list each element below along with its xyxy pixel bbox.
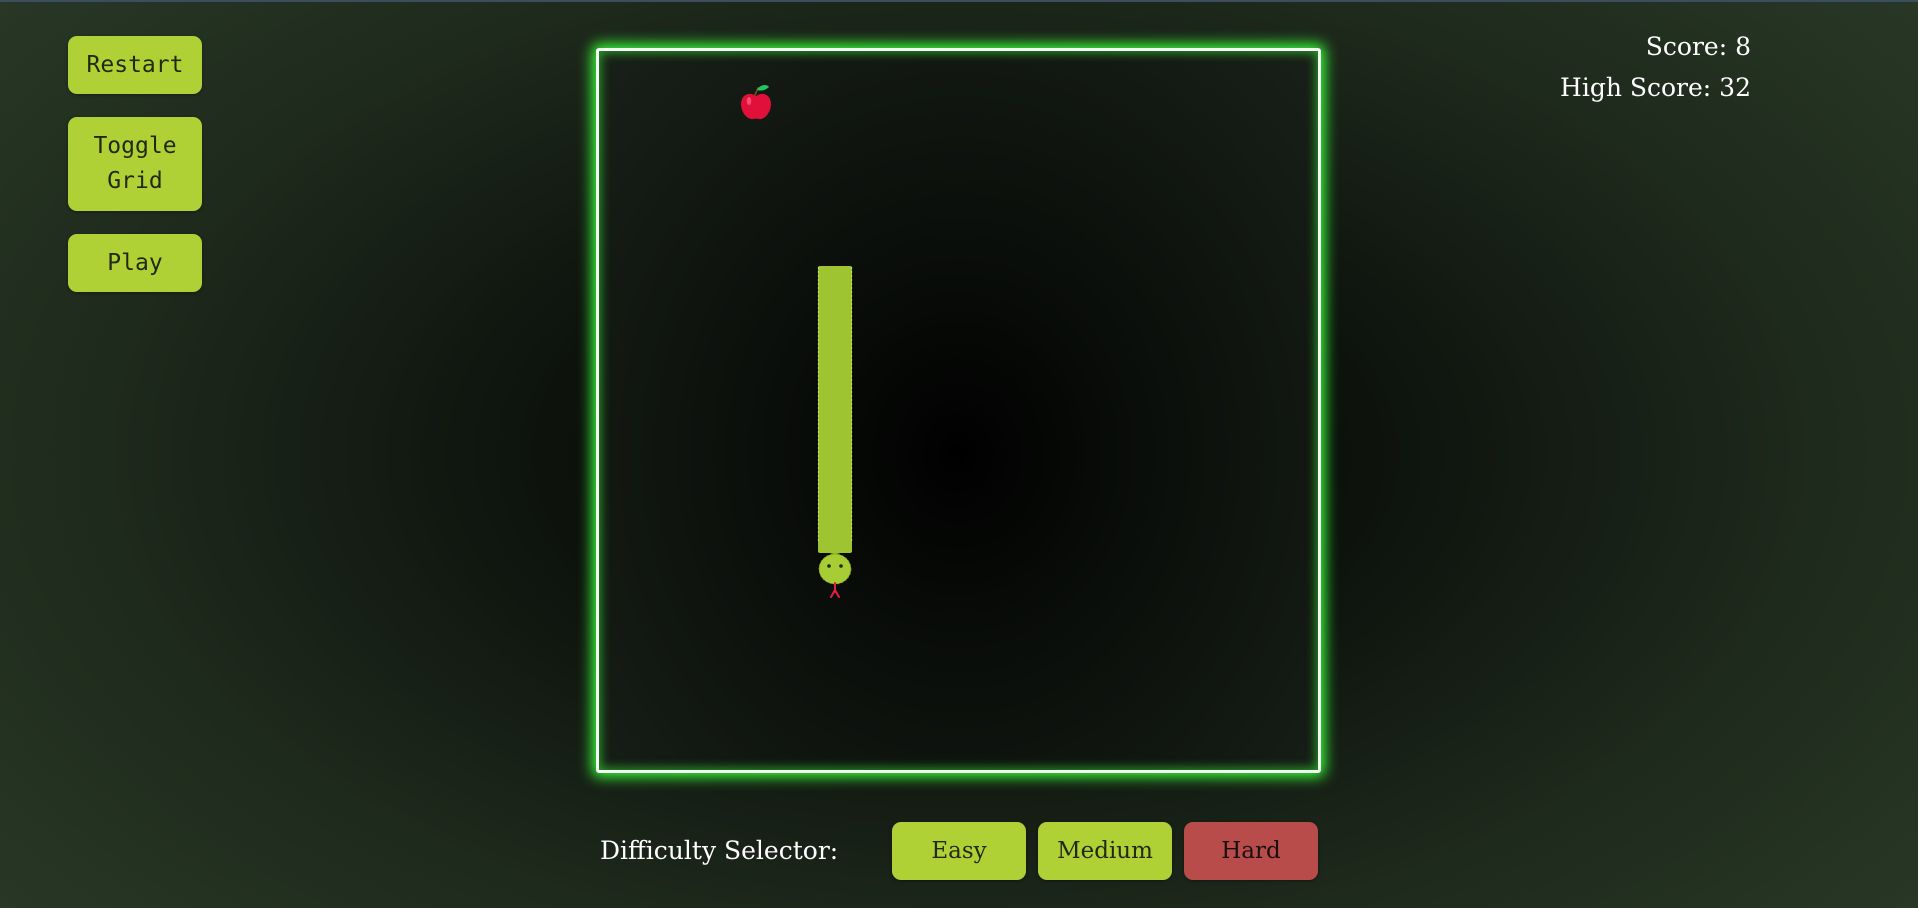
game-canvas <box>741 85 853 598</box>
difficulty-hard-button[interactable]: Hard <box>1184 822 1318 880</box>
restart-button[interactable]: Restart <box>68 36 202 94</box>
play-button[interactable]: Play <box>68 234 202 292</box>
difficulty-selector-label: Difficulty Selector: <box>600 836 839 865</box>
difficulty-easy-button[interactable]: Easy <box>892 822 1026 880</box>
difficulty-medium-button[interactable]: Medium <box>1038 822 1172 880</box>
game-board[interactable] <box>596 48 1321 773</box>
snake-tongue <box>830 582 840 598</box>
high-score-display: High Score: 32 <box>1560 73 1751 102</box>
toggle-grid-button[interactable]: Toggle Grid <box>68 117 202 211</box>
apple-icon <box>741 85 771 120</box>
top-edge-line <box>0 0 1918 2</box>
snake-head <box>818 553 852 598</box>
snake-body <box>818 266 852 553</box>
score-display: Score: 8 <box>1645 32 1751 61</box>
snake <box>817 266 853 598</box>
